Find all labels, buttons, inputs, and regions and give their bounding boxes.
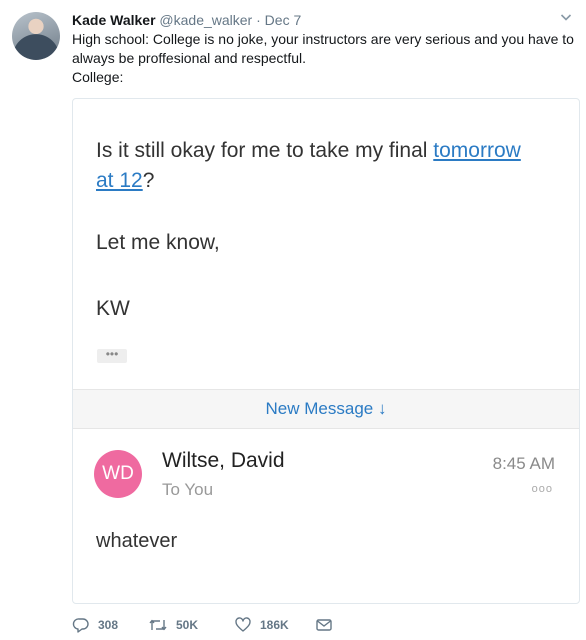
email-text: Is it still okay for me to take my final — [96, 139, 434, 162]
collapsed-quote-indicator: ••• — [97, 348, 127, 363]
email-time-link: at 12 — [96, 169, 143, 192]
sender-name: Wiltse, David — [162, 449, 285, 472]
retweet-icon — [148, 616, 168, 634]
author-avatar[interactable] — [12, 12, 60, 60]
heart-icon — [234, 616, 252, 634]
reply-icon — [72, 616, 90, 634]
tweet-text-line: College: — [72, 69, 124, 85]
more-options-icon: ooo — [531, 483, 553, 495]
email-text: ? — [142, 169, 155, 192]
envelope-icon — [315, 616, 333, 634]
retweet-count: 50K — [176, 618, 199, 632]
new-message-bar: New Message ↓ — [73, 389, 579, 429]
tweet-date[interactable]: Dec 7 — [265, 12, 302, 28]
sender-avatar: WD — [94, 450, 142, 498]
retweet-button[interactable]: 50K — [148, 614, 198, 636]
recipient-label: To You — [162, 480, 214, 499]
like-button[interactable]: 186K — [234, 614, 289, 636]
email-signature: KW — [96, 297, 130, 320]
author-name[interactable]: Kade Walker — [72, 12, 156, 28]
header-separator: · — [256, 12, 261, 28]
direct-message-button[interactable] — [315, 614, 333, 636]
reply-count: 308 — [98, 618, 119, 632]
reply-button[interactable]: 308 — [72, 614, 118, 636]
tweet-actions: 308 50K 186K — [72, 614, 372, 636]
tweet-header: Kade Walker @kade_walker · Dec 7 — [72, 11, 574, 29]
email-date-link: tomorrow — [433, 139, 521, 162]
like-count: 186K — [260, 618, 289, 632]
chevron-down-icon[interactable] — [558, 11, 574, 27]
email-signoff: Let me know, — [96, 231, 220, 254]
tweet-text: High school: College is no joke, your in… — [72, 30, 576, 87]
reply-body: whatever — [96, 530, 178, 552]
email-body-line: Is it still okay for me to take my final… — [96, 136, 559, 196]
original-email: Is it still okay for me to take my final… — [73, 99, 579, 389]
message-time: 8:45 AM — [492, 454, 555, 473]
tweet: Kade Walker @kade_walker · Dec 7 High sc… — [0, 0, 586, 640]
tweet-text-line: High school: College is no joke, your in… — [72, 31, 574, 47]
email-screenshot[interactable]: Is it still okay for me to take my final… — [72, 98, 580, 604]
tweet-text-line: always be proffesional and respectful. — [72, 50, 306, 66]
author-handle[interactable]: @kade_walker — [159, 12, 252, 28]
